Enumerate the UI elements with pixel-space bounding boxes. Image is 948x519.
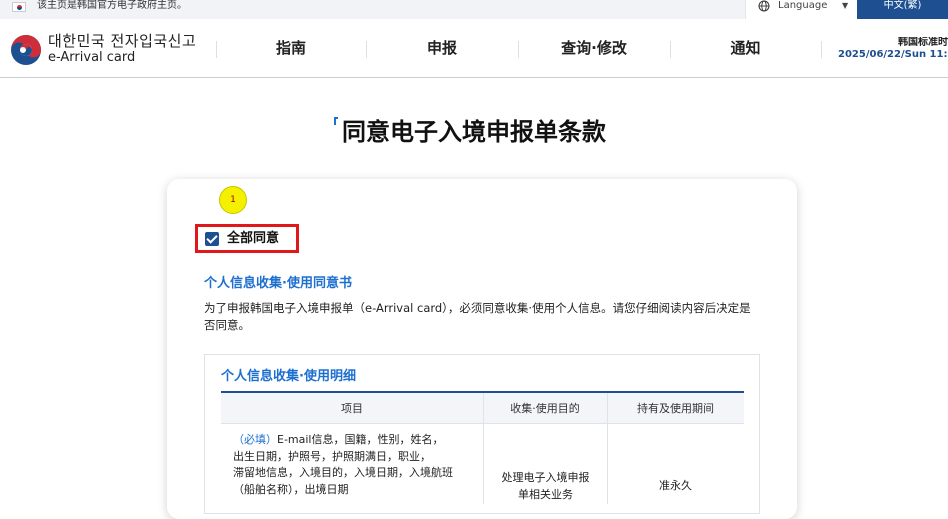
column-header-period: 持有及使用期间 bbox=[637, 402, 714, 415]
title-accent-mark bbox=[334, 117, 338, 125]
items-line: E-mail信息，国籍，性别，姓名， bbox=[277, 433, 444, 446]
brand-title-english[interactable]: e-Arrival card bbox=[48, 50, 135, 65]
items-line: 滞留地信息，入境目的，入境日期，入境航班 bbox=[233, 466, 453, 479]
detail-title: 个人信息收集·使用明细 bbox=[221, 369, 356, 384]
column-header-items: 项目 bbox=[341, 402, 363, 415]
purpose-line: 单相关业务 bbox=[518, 487, 573, 501]
brand-title-korean[interactable]: 대한민국 전자입국신고 bbox=[48, 32, 196, 50]
consent-section-title: 个人信息收集·使用同意书 bbox=[204, 276, 352, 291]
standard-time: 韩国标准时 2025/06/22/Sun 11:3 bbox=[838, 37, 948, 61]
agree-all-checkbox[interactable]: 全部同意 bbox=[195, 224, 299, 253]
table-cell-items: （必填）E-mail信息，国籍，性别，姓名， 出生日期，护照号，护照期满日，职业… bbox=[233, 432, 475, 498]
globe-icon bbox=[758, 0, 770, 12]
gov-notice-text: 该主页是韩国官方电子政府主页。 bbox=[37, 0, 187, 11]
korea-flag-icon bbox=[12, 2, 26, 12]
nav-search-edit[interactable]: 查询·修改 bbox=[518, 38, 670, 58]
standard-time-label: 韩国标准时 bbox=[898, 37, 948, 48]
purpose-line: 处理电子入境申报 bbox=[501, 471, 590, 484]
table-cell-period: 准永久 bbox=[659, 479, 692, 492]
agree-all-label[interactable]: 全部同意 bbox=[227, 230, 279, 247]
nav-guide[interactable]: 指南 bbox=[216, 38, 366, 58]
language-label: Language bbox=[778, 0, 828, 11]
standard-time-value: 2025/06/22/Sun 11:3 bbox=[838, 49, 948, 60]
items-line: 出生日期，护照号，护照期满日，职业， bbox=[233, 449, 431, 463]
required-tag: （必填） bbox=[233, 433, 277, 446]
site-header: 대한민국 전자입국신고 e-Arrival card 指南 申报 查询·修改 通… bbox=[0, 19, 948, 78]
page-title-text: 同意电子入境申报单条款 bbox=[342, 118, 606, 146]
top-utility-bar: 该主页是韩国官方电子政府主页。 Language ▼ 中文(繁) bbox=[0, 0, 948, 19]
annotation-marker: 1 bbox=[219, 186, 247, 214]
current-language-button[interactable]: 中文(繁) bbox=[857, 0, 948, 19]
nav-declare[interactable]: 申报 bbox=[366, 38, 518, 58]
items-line: （船舶名称），出境日期 bbox=[233, 482, 349, 496]
caret-down-icon: ▼ bbox=[842, 1, 849, 10]
table-cell-purpose: 处理电子入境申报 单相关业务 bbox=[484, 470, 607, 503]
consent-section-description: 为了申报韩国电子入境申报单（e-Arrival card），必须同意收集·使用个… bbox=[204, 301, 751, 332]
language-select[interactable]: Language ▼ bbox=[745, 0, 857, 19]
page-title: 同意电子入境申报单条款 bbox=[0, 117, 948, 147]
nav-notice[interactable]: 通知 bbox=[670, 38, 821, 58]
checkbox-checked-icon[interactable] bbox=[205, 232, 219, 246]
taegeuk-logo-icon[interactable] bbox=[10, 34, 42, 66]
column-header-purpose: 收集·使用目的 bbox=[510, 402, 580, 415]
nav-divider bbox=[821, 41, 822, 58]
